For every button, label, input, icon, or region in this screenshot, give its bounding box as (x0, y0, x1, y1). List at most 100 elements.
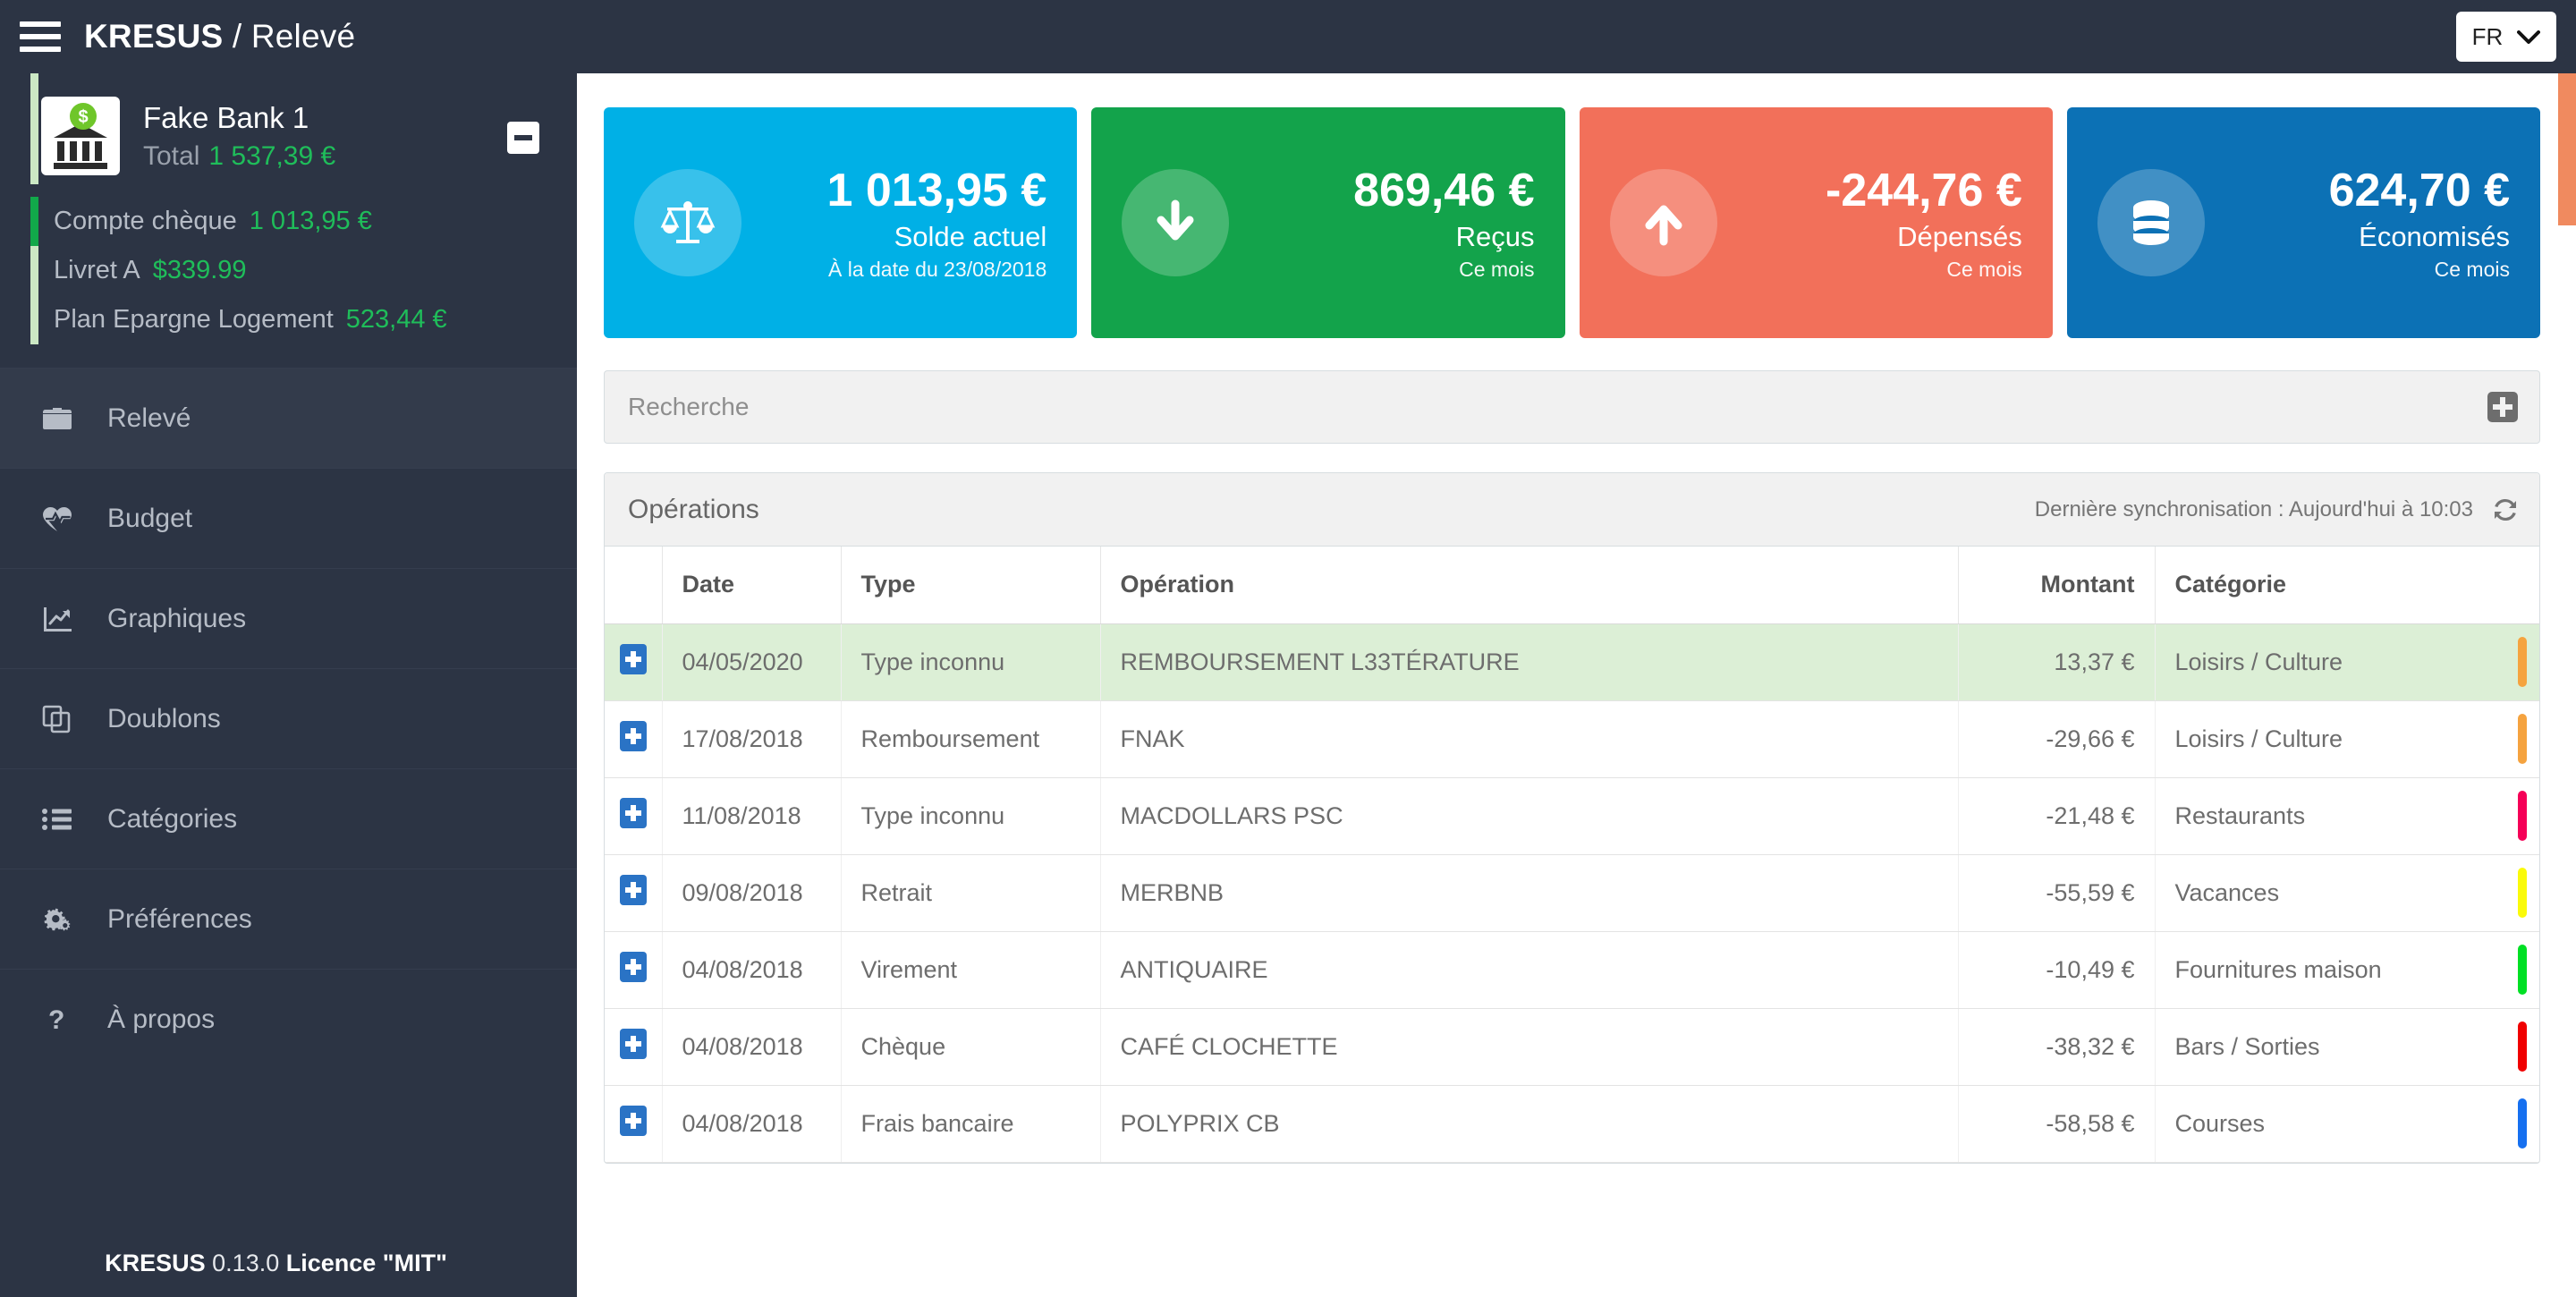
search-bar[interactable]: Recherche (604, 370, 2540, 444)
row-category-cell[interactable]: Bars / Sorties (2155, 1008, 2539, 1086)
row-operation: POLYPRIX CB (1100, 1085, 1959, 1163)
last-sync-text: Dernière synchronisation : Aujourd'hui à… (2034, 496, 2473, 521)
plus-icon[interactable] (619, 874, 647, 905)
search-expand-plus-icon[interactable] (2487, 392, 2518, 422)
row-amount: -58,58 € (1958, 1085, 2156, 1163)
gears-icon (41, 905, 82, 934)
row-category-cell[interactable]: Loisirs / Culture (2155, 623, 2539, 701)
refresh-icon[interactable] (2491, 496, 2520, 524)
svg-text:?: ? (48, 1005, 64, 1034)
breadcrumb-separator: / (223, 18, 251, 55)
plus-icon[interactable] (619, 951, 647, 982)
page-scrollbar-thumb[interactable] (2558, 73, 2576, 225)
bank-total-label: Total (143, 140, 200, 171)
row-amount: -10,49 € (1958, 931, 2156, 1009)
sidebar-item-label: À propos (107, 1004, 216, 1034)
account-stripe (30, 295, 38, 344)
sidebar-item-label: Préférences (107, 903, 252, 934)
sidebar-item-a-propos[interactable]: ? À propos (0, 969, 577, 1069)
plus-icon[interactable] (619, 643, 647, 674)
summary-card-amount: 624,70 € (2328, 164, 2510, 216)
table-row[interactable]: 04/08/2018 Chèque CAFÉ CLOCHETTE -38,32 … (605, 1008, 2539, 1086)
sidebar-item-doublons[interactable]: Doublons (0, 668, 577, 768)
table-row[interactable]: 17/08/2018 Remboursement FNAK -29,66 € L… (605, 700, 2539, 778)
account-value: 1 013,95 € (249, 207, 372, 235)
row-type: Type inconnu (841, 623, 1101, 701)
summary-card-amount: 869,46 € (1353, 164, 1535, 216)
top-bar: KRESUS / Relevé FR (0, 0, 2576, 73)
account-item-livret-a[interactable]: Livret A $339.99 (30, 246, 577, 295)
bank-names: Fake Bank 1 Total 1 537,39 € (143, 99, 335, 174)
table-row[interactable]: 09/08/2018 Retrait MERBNB -55,59 € Vacan… (605, 854, 2539, 932)
row-operation: FNAK (1100, 700, 1959, 778)
column-header-montant[interactable]: Montant (1958, 547, 2156, 624)
account-item-plan-epargne-logement[interactable]: Plan Epargne Logement 523,44 € (30, 295, 577, 344)
plus-icon[interactable] (619, 797, 647, 828)
sidebar-item-releve[interactable]: Relevé (0, 368, 577, 468)
sidebar-item-label: Relevé (107, 403, 191, 433)
heartbeat-icon (41, 504, 82, 533)
summary-cards: 1 013,95 € Solde actuel À la date du 23/… (604, 107, 2540, 338)
row-operation: CAFÉ CLOCHETTE (1100, 1008, 1959, 1086)
summary-card-text: -244,76 € Dépensés Ce mois (1717, 165, 2022, 282)
summary-card-sub: Ce mois (1459, 257, 1535, 281)
plus-icon[interactable] (619, 1105, 647, 1136)
row-type: Type inconnu (841, 777, 1101, 855)
plus-icon[interactable] (619, 1028, 647, 1059)
page-title: Relevé (250, 18, 356, 55)
row-amount: -21,48 € (1958, 777, 2156, 855)
row-date: 04/08/2018 (662, 931, 842, 1009)
balance-scale-icon (634, 169, 741, 276)
row-category-cell[interactable]: Vacances (2155, 854, 2539, 932)
page-scrollbar-track[interactable] (2558, 73, 2576, 1297)
row-expand-cell[interactable] (605, 1008, 663, 1086)
chevron-down-icon (2517, 23, 2541, 51)
row-date: 04/08/2018 (662, 1085, 842, 1163)
sidebar-item-categories[interactable]: Catégories (0, 768, 577, 869)
row-expand-cell[interactable] (605, 854, 663, 932)
search-input[interactable]: Recherche (628, 393, 2487, 421)
row-date: 11/08/2018 (662, 777, 842, 855)
row-category-label: Courses (2174, 1109, 2266, 1137)
row-category-cell[interactable]: Courses (2155, 1085, 2539, 1163)
category-color-bar (2518, 1098, 2527, 1149)
row-expand-cell[interactable] (605, 700, 663, 778)
sidebar-footer: KRESUS 0.13.0 Licence "MIT" (0, 1250, 577, 1277)
row-expand-cell[interactable] (605, 623, 663, 701)
plus-icon[interactable] (619, 720, 647, 751)
row-category-cell[interactable]: Fournitures maison (2155, 931, 2539, 1009)
category-color-bar (2518, 637, 2527, 687)
row-expand-cell[interactable] (605, 777, 663, 855)
account-stripe (30, 197, 38, 246)
sidebar-item-graphiques[interactable]: Graphiques (0, 568, 577, 668)
row-category-label: Loisirs / Culture (2174, 648, 2343, 675)
category-color-bar (2518, 714, 2527, 764)
sidebar-item-budget[interactable]: Budget (0, 468, 577, 568)
sidebar-item-preferences[interactable]: Préférences (0, 869, 577, 969)
column-header-date[interactable]: Date (662, 547, 842, 624)
summary-card-sub: À la date du 23/08/2018 (827, 257, 1047, 281)
row-category-cell[interactable]: Loisirs / Culture (2155, 700, 2539, 778)
row-expand-cell[interactable] (605, 1085, 663, 1163)
column-header-categorie[interactable]: Catégorie (2155, 547, 2539, 624)
column-header-type[interactable]: Type (841, 547, 1101, 624)
table-row[interactable]: 11/08/2018 Type inconnu MACDOLLARS PSC -… (605, 777, 2539, 855)
column-header-operation[interactable]: Opération (1100, 547, 1959, 624)
row-expand-cell[interactable] (605, 931, 663, 1009)
row-type: Retrait (841, 854, 1101, 932)
app-brand-breadcrumb: KRESUS / Relevé (84, 18, 355, 55)
row-operation: MERBNB (1100, 854, 1959, 932)
minus-icon[interactable] (507, 122, 539, 154)
table-row[interactable]: 04/08/2018 Frais bancaire POLYPRIX CB -5… (605, 1085, 2539, 1163)
language-selector[interactable]: FR (2456, 12, 2556, 62)
footer-version: 0.13.0 (212, 1250, 280, 1276)
summary-card-label: Reçus (1455, 220, 1535, 252)
account-item-compte-cheque[interactable]: Compte chèque 1 013,95 € (30, 197, 577, 246)
table-row[interactable]: 04/05/2020 Type inconnu REMBOURSEMENT L3… (605, 623, 2539, 701)
summary-card-recus: 869,46 € Reçus Ce mois (1091, 107, 1565, 338)
hamburger-menu-icon[interactable] (20, 21, 61, 52)
row-category-cell[interactable]: Restaurants (2155, 777, 2539, 855)
table-row[interactable]: 04/08/2018 Virement ANTIQUAIRE -10,49 € … (605, 931, 2539, 1009)
bank-row[interactable]: $ Fake Bank 1 Total 1 537,39 € (0, 97, 577, 175)
sidebar-item-label: Doublons (107, 703, 221, 733)
